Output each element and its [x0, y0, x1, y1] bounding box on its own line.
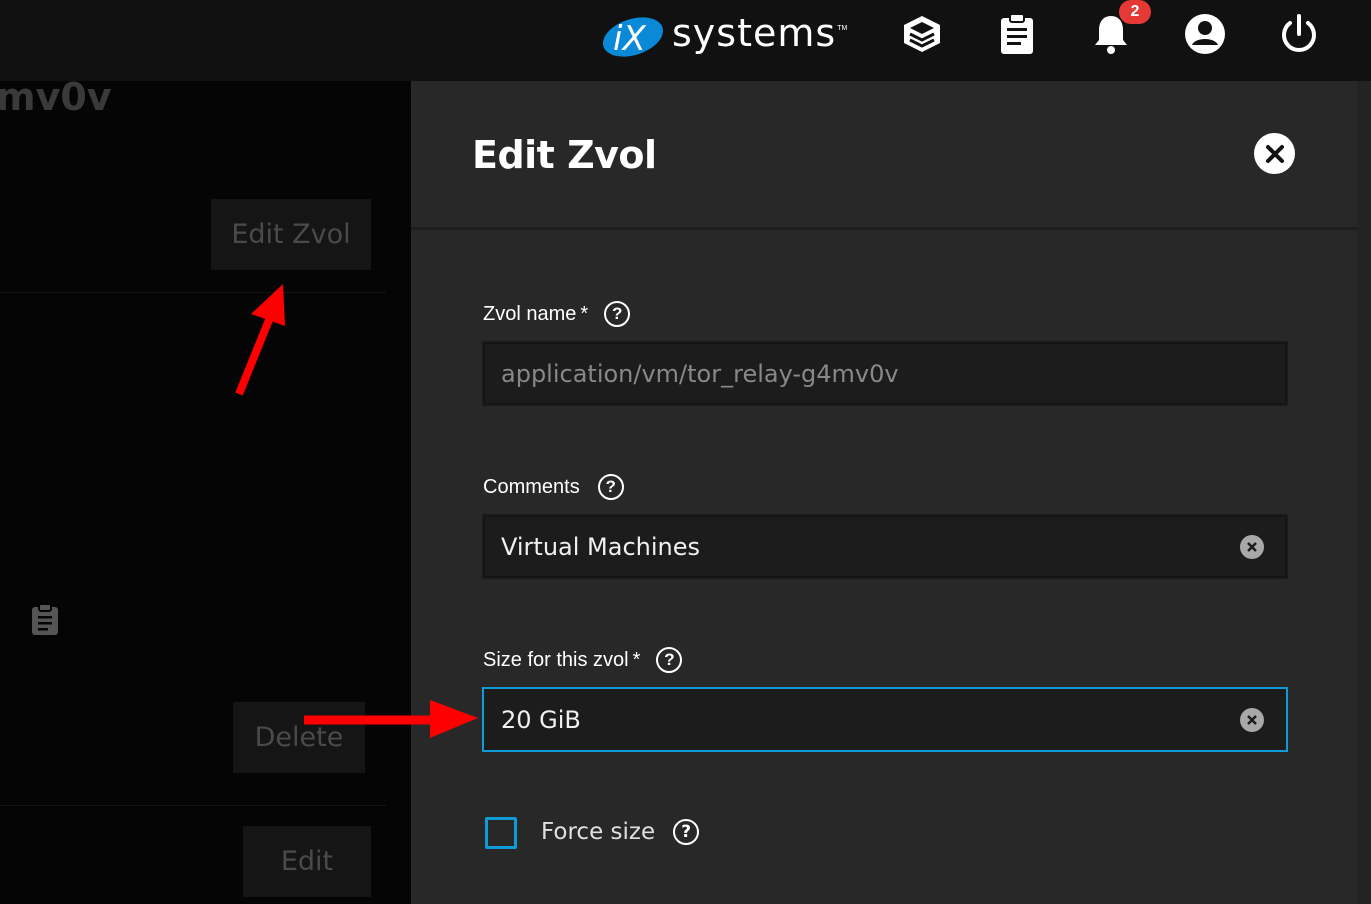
- comments-value: Virtual Machines: [501, 532, 701, 561]
- force-size-label: Force size ?: [541, 819, 700, 845]
- force-size-label-text: Force size: [541, 819, 656, 845]
- zvol-name-label-text: Zvol name: [483, 302, 577, 325]
- svg-text:iX: iX: [613, 19, 646, 58]
- help-icon[interactable]: ?: [597, 474, 624, 500]
- edit-zvol-panel: Edit Zvol Zvol name * ? application/vm/t…: [411, 81, 1371, 904]
- top-bar: iX systems TM 2: [0, 0, 1371, 81]
- size-label-text: Size for this zvol: [483, 648, 629, 671]
- panel-scroll-edge: [1357, 81, 1371, 904]
- annotation-arrow-up: [235, 284, 285, 396]
- panel-title: Edit Zvol: [472, 133, 657, 177]
- required-mark: *: [632, 648, 641, 671]
- help-icon[interactable]: ?: [656, 647, 683, 673]
- force-size-checkbox[interactable]: [485, 817, 517, 849]
- ix-logo-mark: iX: [600, 12, 666, 59]
- brand-tm: TM: [837, 24, 848, 32]
- comments-label: Comments ?: [483, 474, 624, 500]
- ixsystems-logo[interactable]: iX systems TM: [600, 10, 847, 60]
- size-field[interactable]: 20 GiB: [482, 687, 1288, 752]
- zvol-name-field[interactable]: application/vm/tor_relay-g4mv0v: [482, 341, 1288, 406]
- size-label: Size for this zvol * ?: [483, 647, 683, 673]
- annotation-arrow-right: [304, 700, 478, 738]
- panel-divider: [411, 227, 1357, 230]
- comments-field[interactable]: Virtual Machines: [482, 514, 1288, 579]
- divider: [0, 805, 386, 806]
- zvol-name-label: Zvol name * ?: [483, 301, 631, 327]
- required-mark: *: [580, 302, 589, 325]
- size-value: 20 GiB: [501, 705, 581, 734]
- help-icon[interactable]: ?: [673, 819, 700, 845]
- edit-button[interactable]: Edit: [243, 826, 371, 897]
- close-button[interactable]: [1254, 133, 1295, 174]
- clear-icon[interactable]: [1240, 534, 1264, 559]
- comments-label-text: Comments: [483, 475, 580, 498]
- clipboard-icon: [30, 603, 60, 642]
- clipboard-icon[interactable]: [995, 12, 1039, 56]
- zvol-name-value: application/vm/tor_relay-g4mv0v: [501, 359, 899, 388]
- divider: [0, 292, 386, 293]
- help-icon[interactable]: ?: [604, 301, 631, 327]
- background-page: mv0v Edit Zvol Delete Edit: [0, 81, 411, 904]
- clear-icon[interactable]: [1240, 707, 1264, 732]
- close-icon: [1265, 144, 1284, 163]
- background-page-title: mv0v: [0, 81, 112, 119]
- edit-zvol-button[interactable]: Edit Zvol: [211, 199, 371, 270]
- account-icon[interactable]: [1183, 12, 1227, 56]
- brand-text: systems: [672, 11, 837, 55]
- notification-badge: 2: [1119, 0, 1151, 24]
- truecommand-icon[interactable]: [900, 12, 944, 56]
- power-icon[interactable]: [1277, 12, 1321, 56]
